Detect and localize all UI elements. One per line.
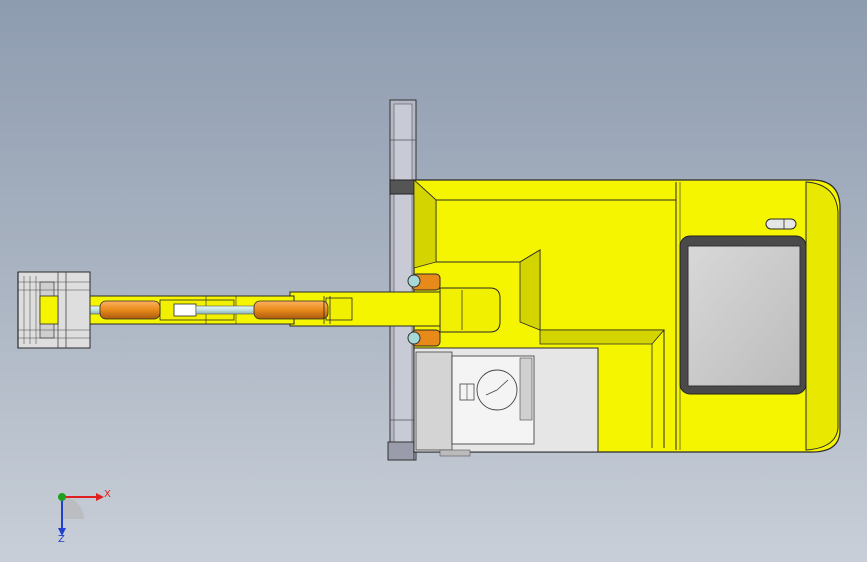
cad-viewport[interactable]: X Z [0, 0, 867, 562]
engine-hood-panel [679, 235, 807, 395]
coordinate-triad-icon [58, 493, 104, 536]
bucket [17, 271, 91, 349]
excavator-top-view: X Z [17, 99, 841, 545]
pivot-pin [407, 274, 421, 288]
operator-cab [413, 347, 599, 457]
pivot-pin [407, 331, 421, 345]
z-axis-label: Z [58, 534, 65, 545]
x-axis-label: X [104, 489, 111, 500]
